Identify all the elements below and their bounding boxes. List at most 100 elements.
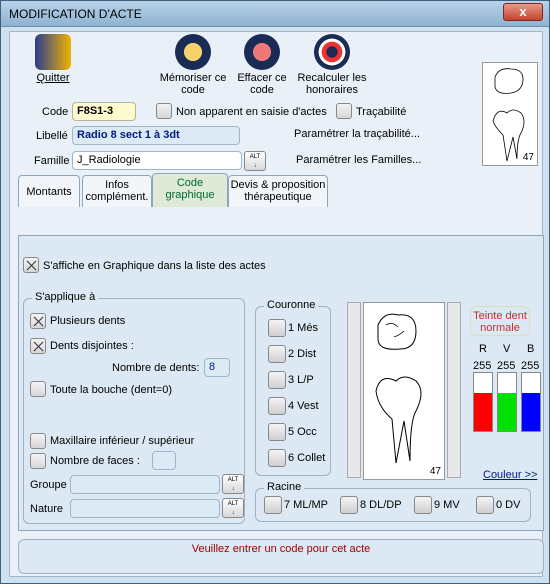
- save-code-icon: [175, 34, 211, 70]
- tracabilite-label: Traçabilité: [356, 106, 407, 118]
- racine-mlmp-label: 7 ML/MP: [284, 499, 329, 511]
- b-slider[interactable]: [521, 372, 541, 432]
- nombre-dents-input[interactable]: 8: [204, 358, 230, 377]
- couronne-occ-label: 5 Occ: [288, 426, 317, 438]
- plusieurs-dents-checkbox[interactable]: [30, 313, 46, 329]
- client-area: Quitter Mémoriser ce code Effacer ce cod…: [9, 31, 544, 577]
- toute-bouche-label: Toute la bouche (dent=0): [50, 384, 173, 396]
- racine-dldp-label: 8 DL/DP: [360, 499, 402, 511]
- applies-title: S'applique à: [32, 291, 99, 303]
- couronne-lp-box[interactable]: [268, 371, 286, 389]
- applies-group: S'applique à Plusieurs dents Dents disjo…: [23, 291, 245, 524]
- toute-bouche-checkbox[interactable]: [30, 381, 46, 397]
- couronne-vest-label: 4 Vest: [288, 400, 319, 412]
- couronne-dist-label: 2 Dist: [288, 348, 317, 360]
- tracabilite-checkbox[interactable]: [336, 103, 352, 119]
- r-slider-fill: [474, 393, 492, 431]
- erase-label: Effacer ce code: [237, 72, 287, 96]
- couronne-dist-box[interactable]: [268, 345, 286, 363]
- b-slider-fill: [522, 393, 540, 431]
- memorize-label: Mémoriser ce code: [159, 72, 227, 96]
- racine-dv-box[interactable]: [476, 496, 494, 514]
- nombre-faces-input[interactable]: [152, 451, 176, 470]
- code-graphique-panel: S'affiche en Graphique dans la liste des…: [18, 235, 544, 531]
- erase-button[interactable]: Effacer ce code: [234, 34, 290, 96]
- couronne-lp-label: 3 L/P: [288, 374, 314, 386]
- couronne-occ-box[interactable]: [268, 423, 286, 441]
- plusieurs-dents-label: Plusieurs dents: [50, 315, 126, 327]
- tooth-preview: 47: [482, 62, 538, 166]
- maxillaire-label: Maxillaire inférieur / supérieur: [50, 435, 195, 447]
- v-slider[interactable]: [497, 372, 517, 432]
- groupe-label: Groupe: [30, 479, 67, 491]
- maxillaire-checkbox[interactable]: [30, 433, 46, 449]
- tooth-drawing-icon: [375, 313, 422, 464]
- b-label: B: [527, 343, 535, 355]
- couronne-mes-box[interactable]: [268, 319, 286, 337]
- tab-devis[interactable]: Devis & proposition thérapeutique: [228, 175, 328, 207]
- racine-mv-label: 9 MV: [434, 499, 460, 511]
- v-label: V: [503, 343, 511, 355]
- famille-alt-button[interactable]: ALT ↓: [244, 151, 266, 171]
- racine-dldp-box[interactable]: [340, 496, 358, 514]
- couronne-mes-label: 1 Més: [288, 322, 318, 334]
- param-familles-link[interactable]: Paramétrer les Familles...: [296, 154, 421, 166]
- teinte-label: Teinte dent normale: [473, 310, 527, 334]
- dents-disjointes-checkbox[interactable]: [30, 338, 46, 354]
- dents-disjointes-label: Dents disjointes :: [50, 340, 134, 352]
- racine-group: Racine 7 ML/MP 8 DL/DP 9 MV 0 DV: [255, 481, 531, 522]
- nature-alt-button[interactable]: ALT ↓: [222, 498, 244, 518]
- nature-input[interactable]: [70, 499, 220, 518]
- nombre-dents-label: Nombre de dents:: [112, 362, 200, 374]
- couronne-collet-label: 6 Collet: [288, 452, 326, 464]
- couronne-group: Couronne 1 Més 2 Dist 3 L/P 4 Vest 5 Occ…: [255, 299, 331, 476]
- tooth-scrollbar-left[interactable]: [347, 302, 361, 478]
- code-label: Code: [42, 106, 69, 118]
- nombre-faces-checkbox[interactable]: [30, 453, 46, 469]
- groupe-alt-button[interactable]: ALT ↓: [222, 474, 244, 494]
- recalculate-label: Recalculer les honoraires: [297, 72, 367, 96]
- libelle-input[interactable]: Radio 8 sect 1 à 3dt: [72, 126, 240, 145]
- couronne-title: Couronne: [264, 299, 319, 311]
- racine-dv-label: 0 DV: [496, 499, 521, 511]
- quit-button[interactable]: Quitter: [28, 34, 78, 84]
- lifebuoy-icon: [314, 34, 350, 70]
- libelle-label: Libellé: [36, 130, 68, 142]
- r-value: 255: [473, 360, 492, 372]
- nature-label: Nature: [30, 503, 64, 515]
- nombre-faces-label: Nombre de faces :: [50, 455, 140, 467]
- show-graphique-checkbox[interactable]: [23, 257, 39, 273]
- eraser-icon: [244, 34, 280, 70]
- racine-mlmp-box[interactable]: [264, 496, 282, 514]
- preview-tooth-number: 47: [522, 152, 534, 163]
- tooth-scrollbar-right[interactable]: [447, 302, 461, 478]
- famille-input[interactable]: J_Radiologie: [72, 151, 242, 170]
- recalculate-button[interactable]: Recalculer les honoraires: [292, 34, 372, 96]
- param-tracabilite-link[interactable]: Paramétrer la traçabilité...: [294, 128, 420, 140]
- code-input[interactable]: F8S1-3: [72, 102, 136, 121]
- tooth-image-number: 47: [429, 466, 441, 477]
- groupe-input[interactable]: [70, 475, 220, 494]
- racine-mv-box[interactable]: [414, 496, 432, 514]
- title-bar: MODIFICATION D'ACTE x: [1, 1, 549, 27]
- status-message: Veuillez entrer un code pour cet acte: [18, 539, 544, 574]
- show-graphique-label: S'affiche en Graphique dans la liste des…: [43, 260, 266, 272]
- couronne-vest-box[interactable]: [268, 397, 286, 415]
- couronne-collet-box[interactable]: [268, 449, 286, 467]
- tooth-image: 47: [363, 302, 445, 480]
- r-slider[interactable]: [473, 372, 493, 432]
- racine-title: Racine: [264, 481, 305, 493]
- memorize-button[interactable]: Mémoriser ce code: [154, 34, 232, 96]
- couleur-link[interactable]: Couleur >>: [483, 469, 537, 481]
- tab-code-graphique[interactable]: Code graphique: [152, 173, 228, 207]
- non-apparent-label: Non apparent en saisie d'actes: [176, 106, 327, 118]
- teinte-box: Teinte dent normale: [470, 306, 530, 336]
- tab-infos[interactable]: Infos complément.: [82, 175, 152, 207]
- r-label: R: [479, 343, 487, 355]
- quit-label: Quitter: [36, 72, 70, 84]
- tab-montants[interactable]: Montants: [18, 175, 80, 207]
- close-button[interactable]: x: [503, 3, 543, 21]
- window-title: MODIFICATION D'ACTE: [9, 7, 142, 21]
- non-apparent-checkbox[interactable]: [156, 103, 172, 119]
- tooth-preview-icon: [492, 68, 525, 162]
